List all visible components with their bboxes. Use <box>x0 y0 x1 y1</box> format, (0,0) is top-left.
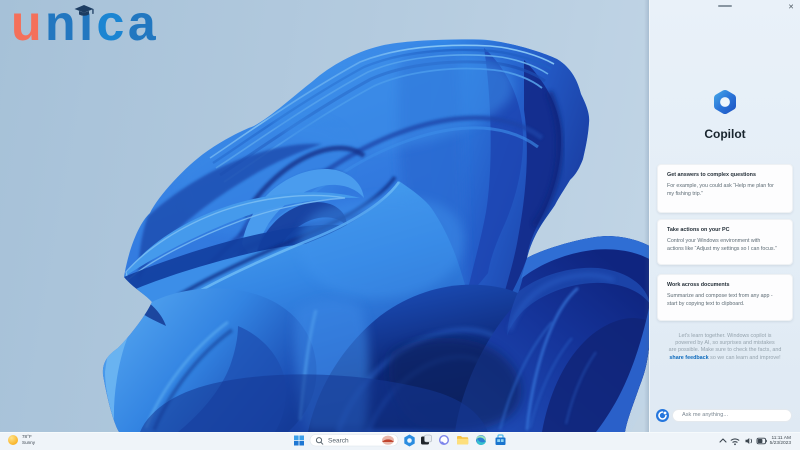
svg-text:Search: Search <box>328 438 349 445</box>
